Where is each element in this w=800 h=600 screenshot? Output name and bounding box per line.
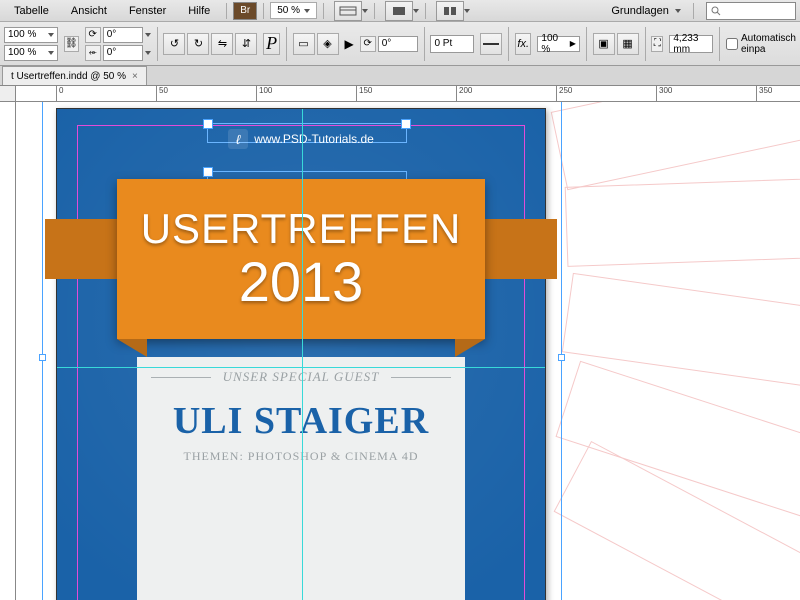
- view-options-button[interactable]: [334, 1, 362, 21]
- ruler-tick: 100: [256, 86, 272, 101]
- document-tab-bar: t Usertreffen.indd @ 50 % ×: [0, 66, 800, 86]
- flip-rotate-group: ↺ ↻ ⇋ ⇵: [163, 33, 257, 55]
- menu-tabelle[interactable]: Tabelle: [4, 3, 59, 19]
- separator: [586, 27, 587, 61]
- auto-fit-label: Automatisch einpa: [741, 33, 796, 55]
- paragraph-style-button[interactable]: P: [263, 33, 279, 55]
- chevron-down-icon: [48, 51, 54, 55]
- horizontal-ruler[interactable]: 0 50 100 150 200 250 300 350: [16, 86, 800, 102]
- menu-fenster[interactable]: Fenster: [119, 3, 176, 19]
- text-wrap-bbox-button[interactable]: ▦: [617, 33, 639, 55]
- pasteboard: ℓ www.PSD-Tutorials.de USERTREFFEN 2013 …: [16, 102, 800, 600]
- menu-ansicht[interactable]: Ansicht: [61, 3, 117, 19]
- document-canvas[interactable]: ℓ www.PSD-Tutorials.de USERTREFFEN 2013 …: [16, 102, 800, 600]
- separator: [263, 3, 264, 19]
- ruler-tick: 50: [156, 86, 168, 101]
- chevron-down-icon: [413, 9, 419, 13]
- separator: [226, 3, 227, 19]
- dimension-field[interactable]: 4,233 mm: [669, 35, 713, 53]
- bridge-button[interactable]: Br: [233, 2, 257, 20]
- document-tab-title: t Usertreffen.indd @ 50 %: [11, 71, 126, 82]
- separator: [645, 27, 646, 61]
- flip-v-button[interactable]: ⇵: [235, 33, 257, 55]
- rotate-cw-button[interactable]: ↻: [187, 33, 209, 55]
- arrow-right-icon: ▶: [345, 37, 354, 51]
- scale-y-field[interactable]: 100 %: [4, 45, 58, 61]
- chevron-down-icon: [362, 9, 368, 13]
- chevron-down-icon: [464, 9, 470, 13]
- chevron-down-icon: [304, 9, 310, 13]
- separator: [719, 27, 720, 61]
- screen-mode-button[interactable]: [385, 1, 413, 21]
- select-content-button[interactable]: ◈: [317, 33, 339, 55]
- search-icon: [711, 6, 721, 16]
- separator: [424, 27, 425, 61]
- opacity-field[interactable]: 100 %▶: [537, 36, 579, 52]
- ruler-tick: 200: [456, 86, 472, 101]
- selection-handle[interactable]: [39, 354, 46, 361]
- auto-fit-checkbox[interactable]: Automatisch einpa: [726, 33, 796, 55]
- stroke-style-dropdown[interactable]: [480, 33, 502, 55]
- separator: [425, 3, 426, 19]
- separator: [374, 3, 375, 19]
- rotation-field[interactable]: 0°: [103, 27, 143, 43]
- chevron-down-icon[interactable]: [145, 33, 151, 37]
- zoom-value: 50 %: [277, 5, 300, 16]
- menu-bar: Tabelle Ansicht Fenster Hilfe Br 50 % Gr…: [0, 0, 800, 22]
- search-field[interactable]: [706, 2, 796, 20]
- ray-decoration: [551, 102, 800, 190]
- ruler-tick: 250: [556, 86, 572, 101]
- flip-h-button[interactable]: ⇋: [211, 33, 233, 55]
- separator: [508, 27, 509, 61]
- separator: [693, 3, 694, 19]
- ruler-tick: 300: [656, 86, 672, 101]
- arrange-documents-button[interactable]: [436, 1, 464, 21]
- effects-button[interactable]: fx.: [515, 33, 531, 55]
- shear-field[interactable]: 0°: [103, 45, 143, 61]
- separator: [323, 3, 324, 19]
- rotate-ccw-button[interactable]: ↺: [163, 33, 185, 55]
- ruler-tick: 150: [356, 86, 372, 101]
- scale-x-field[interactable]: 100 %: [4, 27, 58, 43]
- chevron-down-icon[interactable]: [145, 51, 151, 55]
- selection-handle[interactable]: [558, 354, 565, 361]
- text-wrap-none-button[interactable]: ▣: [593, 33, 615, 55]
- separator: [286, 27, 287, 61]
- workspace-switcher[interactable]: Grundlagen: [605, 3, 687, 19]
- chevron-down-icon: [48, 33, 54, 37]
- ruler-tick: 350: [756, 86, 772, 101]
- separator: [157, 27, 158, 61]
- content-rotation-field[interactable]: 0°: [378, 36, 418, 52]
- selection-frame[interactable]: [42, 102, 562, 600]
- chevron-down-icon: [675, 9, 681, 13]
- select-container-button[interactable]: ▭: [293, 33, 315, 55]
- stroke-weight-field[interactable]: 0 Pt: [430, 35, 474, 53]
- menu-hilfe[interactable]: Hilfe: [178, 3, 220, 19]
- workspace-label: Grundlagen: [611, 5, 669, 17]
- crop-icon[interactable]: ⛶: [651, 36, 663, 52]
- close-icon[interactable]: ×: [132, 71, 138, 82]
- shear-icon: ⬰: [85, 45, 101, 61]
- ruler-tick: 0: [56, 86, 63, 101]
- rotate-icon: ⟳: [85, 27, 101, 43]
- control-bar: 100 % 100 % ⛓ ⟳0° ⬰0° ↺ ↻ ⇋ ⇵ P ▭ ◈ ▶ ⟳0…: [0, 22, 800, 66]
- rotate-icon: ⟳: [360, 36, 376, 52]
- vertical-ruler[interactable]: [0, 102, 16, 600]
- zoom-level-dropdown[interactable]: 50 %: [270, 2, 317, 19]
- document-tab[interactable]: t Usertreffen.indd @ 50 % ×: [2, 66, 147, 85]
- link-scale-icon[interactable]: ⛓: [64, 36, 79, 52]
- ray-decoration: [565, 177, 800, 267]
- ruler-origin[interactable]: [0, 86, 16, 102]
